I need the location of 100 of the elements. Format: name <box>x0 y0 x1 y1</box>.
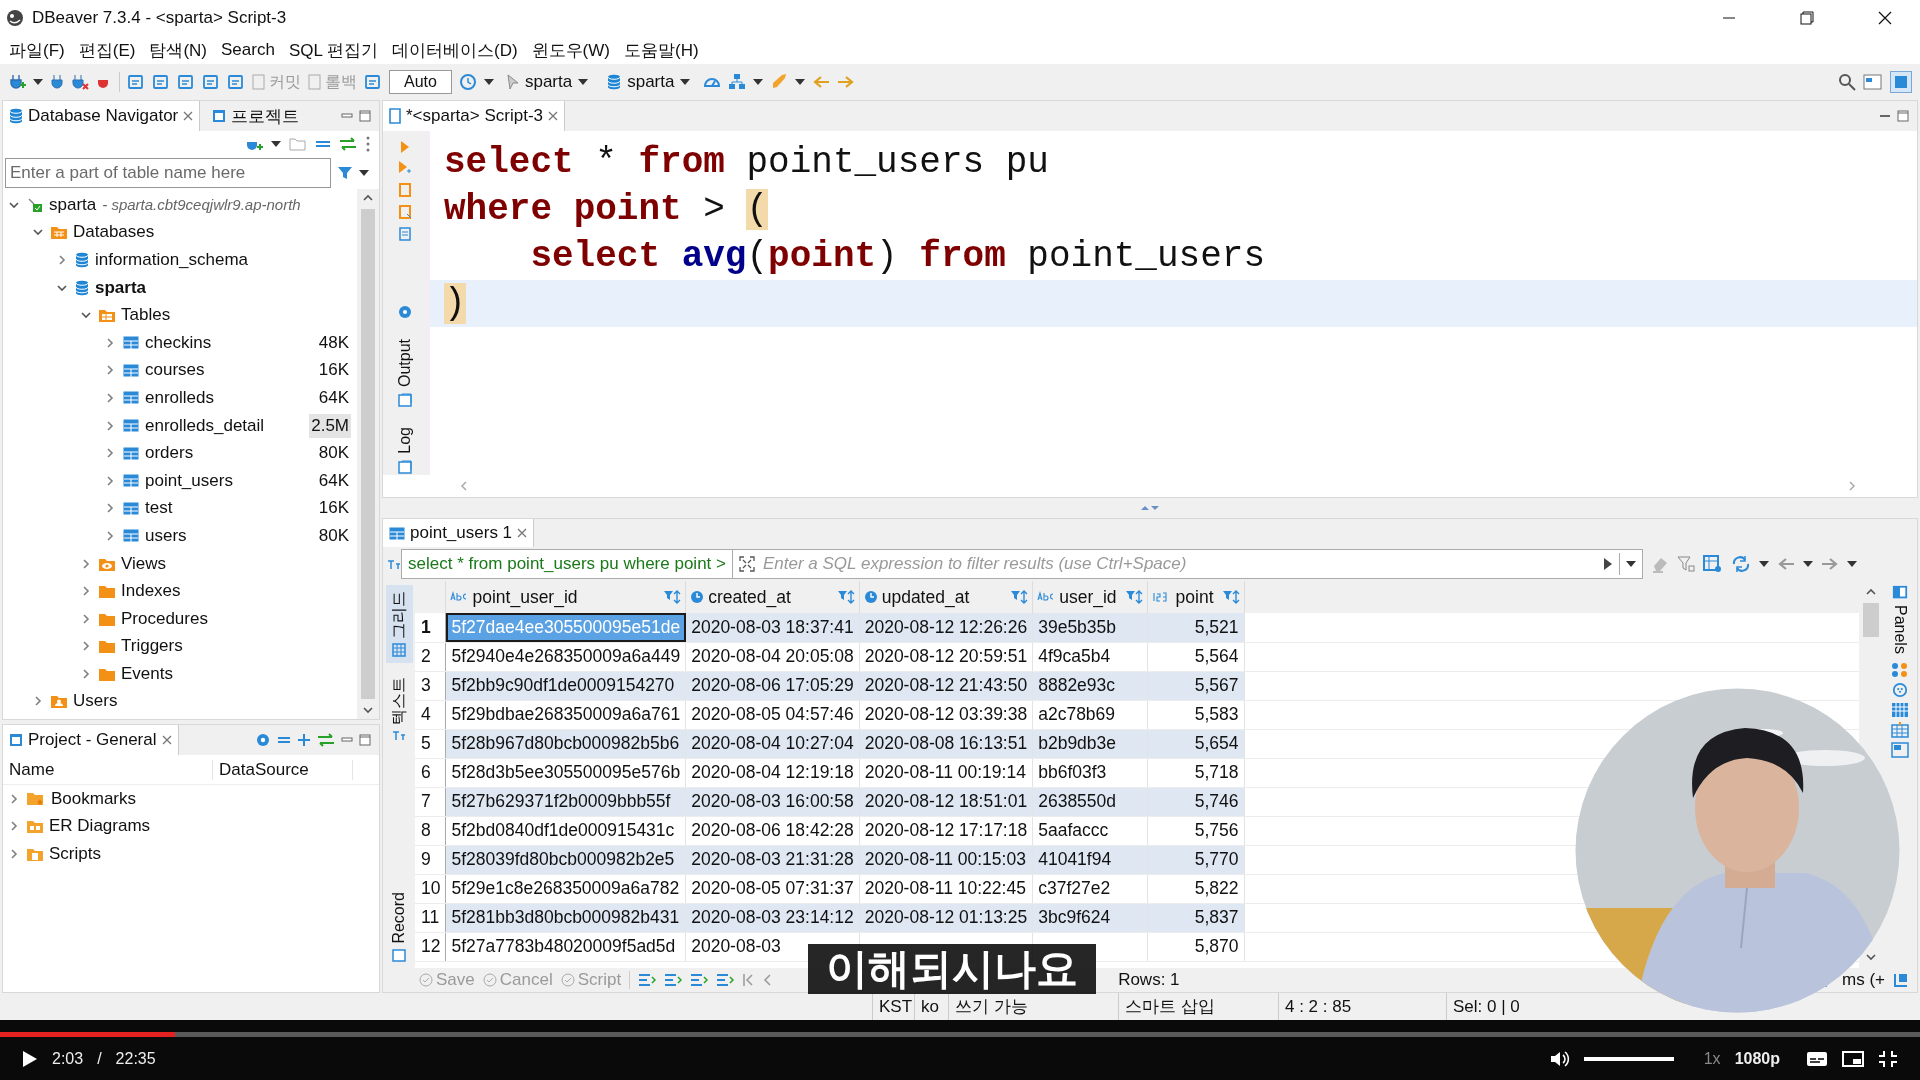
tree-item[interactable]: ER Diagrams <box>49 816 151 837</box>
tree-item[interactable]: enrolleds_detail <box>145 415 265 436</box>
caret-icon[interactable] <box>359 170 369 176</box>
collapse-icon[interactable] <box>315 139 331 149</box>
caret-icon[interactable] <box>271 141 281 147</box>
menu-item[interactable]: SQL 편집기 <box>281 38 385 62</box>
connection-dropdown[interactable]: sparta <box>506 72 589 92</box>
window-icon[interactable] <box>1863 73 1883 91</box>
document-icon[interactable] <box>177 73 195 91</box>
chevron-right-icon[interactable] <box>105 364 115 377</box>
side-tab[interactable]: 텍스트 <box>385 671 413 747</box>
menu-item[interactable]: Search <box>214 40 282 60</box>
scroll-up-icon[interactable] <box>1865 587 1877 597</box>
document-icon[interactable] <box>399 227 411 241</box>
maximize-icon[interactable] <box>1897 110 1909 122</box>
chevron-right-icon[interactable] <box>33 695 43 708</box>
tree-item[interactable]: enrolleds <box>145 387 214 408</box>
tree-item[interactable]: sparta <box>95 277 147 298</box>
row-number[interactable]: 2 <box>415 642 446 671</box>
tree-item[interactable]: Triggers <box>121 636 183 657</box>
miniplayer-icon[interactable] <box>1842 1050 1864 1067</box>
row-edit-icon[interactable] <box>716 973 735 987</box>
menu-item[interactable]: 윈도우(W) <box>524 38 617 62</box>
chevron-right-icon[interactable] <box>81 667 91 680</box>
side-tab[interactable]: Panels <box>1891 605 1909 654</box>
back-arrow-icon[interactable] <box>812 75 831 89</box>
collapse-icon[interactable] <box>277 735 291 745</box>
chevron-down-icon[interactable] <box>8 199 20 210</box>
table-settings-icon[interactable] <box>1703 555 1723 573</box>
caret-icon[interactable] <box>795 79 806 85</box>
tree-item[interactable]: Users <box>73 691 118 712</box>
side-tab[interactable]: 그리드 <box>385 585 413 663</box>
plus-icon[interactable] <box>297 733 311 747</box>
caret-icon[interactable] <box>578 79 589 85</box>
menu-item[interactable]: 파일(F) <box>2 38 72 62</box>
menu-item[interactable]: 탐색(N) <box>142 38 214 62</box>
panels-icon[interactable] <box>1891 585 1909 601</box>
scroll-down-icon[interactable] <box>362 705 374 715</box>
captions-icon[interactable] <box>1806 1050 1828 1067</box>
link-icon[interactable] <box>339 137 357 151</box>
caret-icon[interactable] <box>1847 561 1857 567</box>
row-number[interactable]: 3 <box>415 671 446 700</box>
speed-label[interactable]: 1x <box>1703 1049 1721 1068</box>
close-icon[interactable] <box>161 735 172 745</box>
chevron-right-icon[interactable] <box>9 848 19 860</box>
panel-tab[interactable]: Project - General <box>3 725 179 755</box>
tree-item[interactable]: Views <box>121 553 167 574</box>
filter-icon[interactable] <box>1677 555 1695 573</box>
row-number[interactable]: 9 <box>415 845 446 874</box>
column-header[interactable]: created_at <box>685 581 860 613</box>
run-icon[interactable] <box>399 161 411 175</box>
minimize-icon[interactable] <box>341 735 353 745</box>
chevron-right-icon[interactable] <box>105 336 115 349</box>
row-number[interactable]: 4 <box>415 700 446 729</box>
document-icon[interactable] <box>152 73 170 91</box>
circle-icon[interactable] <box>1891 681 1909 698</box>
text-icon[interactable] <box>364 73 382 91</box>
more-icon[interactable] <box>365 135 371 153</box>
caret-icon[interactable] <box>753 79 764 85</box>
forward-arrow-icon[interactable] <box>837 75 856 89</box>
link-icon[interactable] <box>317 733 335 747</box>
mode-field[interactable]: Auto <box>389 70 452 94</box>
results-tab[interactable]: point_users 1 <box>383 519 535 547</box>
script-icon[interactable] <box>399 205 411 219</box>
search-icon[interactable] <box>1838 73 1856 91</box>
filter-sort-icon[interactable] <box>836 589 855 605</box>
caret-icon[interactable] <box>33 79 43 85</box>
caret-icon[interactable] <box>1626 561 1636 567</box>
connection-dropdown[interactable]: sparta <box>607 72 691 92</box>
row-number[interactable]: 10 <box>415 874 446 903</box>
close-icon[interactable] <box>517 528 528 538</box>
column-header[interactable]: updated_at <box>859 581 1033 613</box>
chevron-right-icon[interactable] <box>105 529 115 542</box>
document-icon[interactable] <box>202 73 220 91</box>
caret-icon[interactable] <box>1803 561 1813 567</box>
close-icon[interactable] <box>183 111 194 121</box>
window-icon[interactable] <box>398 393 412 408</box>
chevron-right-icon[interactable] <box>81 557 91 570</box>
tree-item[interactable]: information_schema <box>95 250 249 270</box>
document-icon[interactable] <box>127 73 145 91</box>
chevron-right-icon[interactable] <box>81 640 91 653</box>
search-field[interactable]: Enter a part of table name here <box>5 158 331 188</box>
tree-item[interactable]: Events <box>121 663 173 684</box>
script-icon[interactable] <box>399 183 411 197</box>
chevron-down-icon[interactable] <box>32 227 44 238</box>
tree-icon[interactable] <box>728 73 747 91</box>
exit-fullscreen-icon[interactable] <box>1878 1049 1898 1068</box>
column-header[interactable]: point <box>1147 581 1245 613</box>
volume-icon[interactable] <box>1549 1049 1570 1068</box>
maximize-icon[interactable] <box>359 110 371 122</box>
tree-item[interactable]: test <box>145 498 173 519</box>
tree-item[interactable]: courses <box>145 360 205 381</box>
filter-sort-icon[interactable] <box>1010 589 1029 605</box>
chevron-down-icon[interactable] <box>80 310 92 321</box>
scroll-left-icon[interactable] <box>459 480 469 492</box>
menu-item[interactable]: 데이터베이스(D) <box>385 38 525 62</box>
column-header[interactable]: user_id <box>1032 581 1148 613</box>
tree-item[interactable]: Bookmarks <box>51 788 137 809</box>
chevron-right-icon[interactable] <box>105 447 115 460</box>
menu-item[interactable]: 편집(E) <box>71 38 143 62</box>
